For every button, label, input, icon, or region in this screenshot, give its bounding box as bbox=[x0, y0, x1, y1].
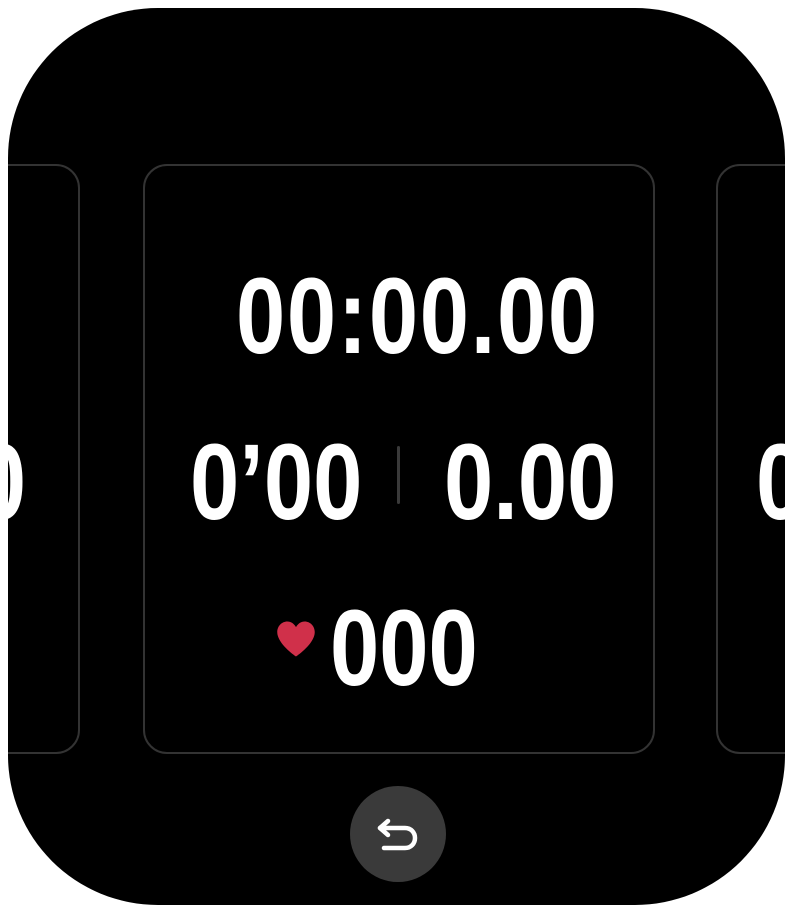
previous-card-value: 0 bbox=[8, 428, 36, 536]
back-button[interactable] bbox=[350, 786, 446, 882]
heart-icon bbox=[277, 621, 315, 657]
divider bbox=[397, 446, 400, 504]
back-arrow-icon bbox=[377, 818, 418, 851]
heart-rate-value: 000 bbox=[330, 587, 478, 708]
elapsed-time: 00:00.00 bbox=[236, 255, 599, 376]
next-card-value: 0 bbox=[756, 428, 785, 536]
distance-value: 0.00 bbox=[444, 421, 617, 542]
watch-screen: 0 0 00:00.00 0’00 0.00 000 bbox=[8, 8, 785, 905]
pace-value: 0’00 bbox=[190, 421, 363, 542]
